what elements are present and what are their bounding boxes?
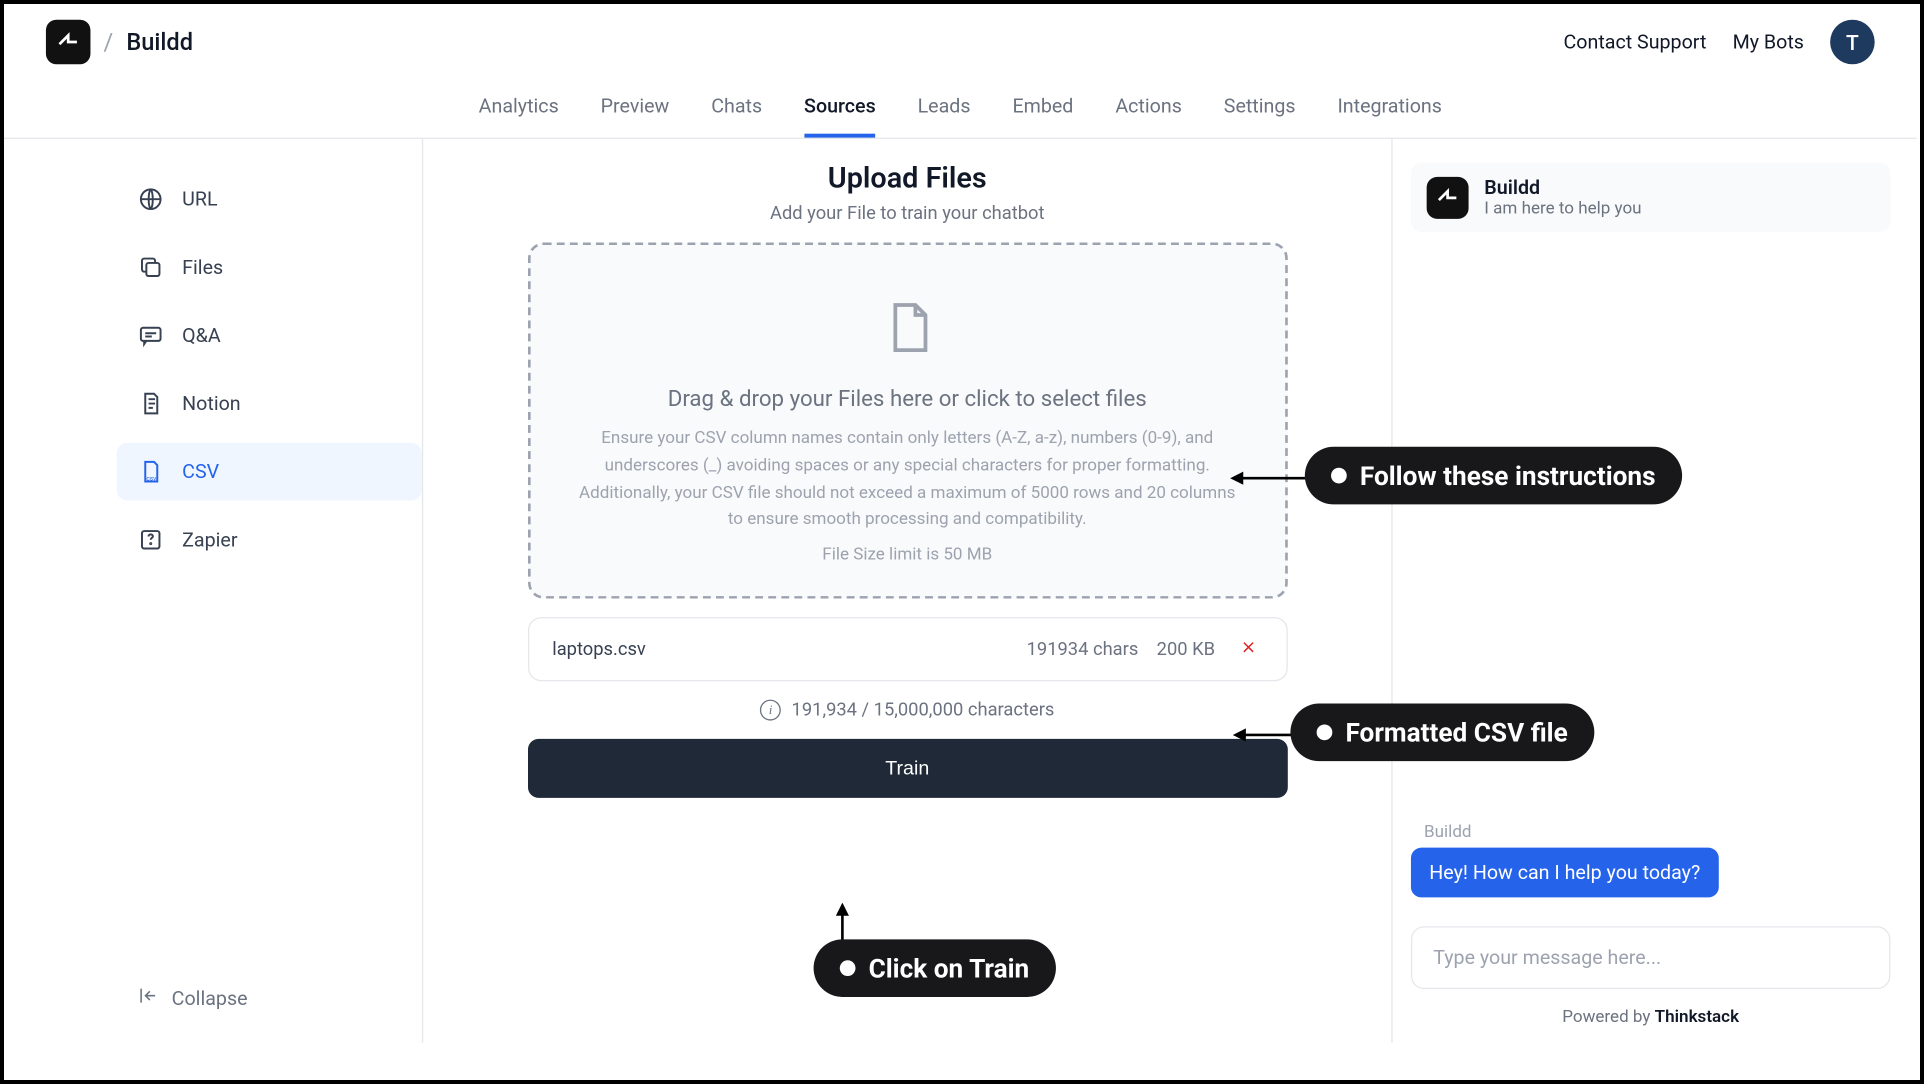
tab-actions[interactable]: Actions	[1115, 81, 1182, 137]
bot-name-label: Buildd	[1424, 823, 1890, 843]
page-subtitle: Add your File to train your chatbot	[770, 203, 1045, 224]
main-content: Upload Files Add your File to train your…	[423, 139, 1392, 1043]
arrow-instructions	[1230, 465, 1309, 491]
tab-leads[interactable]: Leads	[918, 81, 971, 137]
callout-instructions: Follow these instructions	[1305, 447, 1682, 505]
sidebar-item-zapier[interactable]: Zapier	[117, 511, 422, 569]
chat-title: Buildd	[1484, 176, 1641, 200]
train-button[interactable]: Train	[527, 739, 1287, 798]
tab-integrations[interactable]: Integrations	[1337, 81, 1441, 137]
sidebar-item-label: CSV	[182, 460, 219, 484]
dropzone-description: Ensure your CSV column names contain onl…	[575, 426, 1240, 535]
page-title: Upload Files	[828, 163, 987, 196]
breadcrumb-separator: /	[104, 28, 114, 56]
sidebar-item-notion[interactable]: Notion	[117, 375, 422, 433]
globe-icon	[138, 186, 164, 212]
tab-bar: Analytics Preview Chats Sources Leads Em…	[4, 81, 1917, 139]
zapier-icon	[138, 527, 164, 553]
tab-preview[interactable]: Preview	[601, 81, 670, 137]
sidebar-item-csv[interactable]: csv CSV	[117, 443, 422, 501]
char-count-text: 191,934 / 15,000,000 characters	[792, 700, 1055, 721]
sidebar-item-label: Files	[182, 256, 223, 280]
close-icon	[1239, 638, 1257, 656]
sidebar-item-files[interactable]: Files	[117, 238, 422, 296]
file-dropzone[interactable]: Drag & drop your Files here or click to …	[527, 242, 1287, 599]
callout-csv: Formatted CSV file	[1290, 704, 1594, 762]
breadcrumb-label[interactable]: Buildd	[126, 28, 193, 56]
my-bots-link[interactable]: My Bots	[1733, 30, 1804, 54]
tab-embed[interactable]: Embed	[1012, 81, 1073, 137]
uploaded-file-row: laptops.csv 191934 chars 200 KB	[527, 617, 1287, 681]
logo-icon	[55, 29, 81, 55]
chat-subtitle: I am here to help you	[1484, 199, 1641, 219]
collapse-button[interactable]: Collapse	[117, 969, 422, 1027]
chat-logo	[1427, 176, 1469, 218]
arrow-csv	[1233, 722, 1293, 748]
tab-sources[interactable]: Sources	[804, 81, 876, 137]
chat-input[interactable]: Type your message here...	[1411, 926, 1890, 989]
arrow-train	[829, 903, 855, 942]
header: / Buildd Contact Support My Bots T	[4, 4, 1917, 81]
sidebar-item-url[interactable]: URL	[117, 170, 422, 228]
chat-preview: Buildd I am here to help you Buildd Hey!…	[1393, 139, 1917, 1043]
tab-analytics[interactable]: Analytics	[479, 81, 559, 137]
character-count: i 191,934 / 15,000,000 characters	[760, 700, 1054, 721]
logo-icon	[1435, 184, 1461, 210]
file-name: laptops.csv	[552, 639, 1008, 660]
copy-icon	[138, 254, 164, 280]
sidebar: URL Files Q&A Notion csv CSV Zapier	[96, 139, 424, 1043]
app-logo[interactable]	[46, 20, 91, 65]
contact-support-link[interactable]: Contact Support	[1563, 30, 1706, 54]
callout-train: Click on Train	[814, 939, 1056, 997]
collapse-icon	[138, 985, 159, 1011]
chat-header: Buildd I am here to help you	[1411, 163, 1890, 232]
csv-icon: csv	[138, 459, 164, 485]
sidebar-item-label: Q&A	[182, 324, 221, 348]
sidebar-item-label: URL	[182, 187, 217, 211]
sidebar-item-label: Notion	[182, 392, 240, 416]
remove-file-button[interactable]	[1233, 637, 1262, 662]
avatar[interactable]: T	[1830, 20, 1875, 65]
powered-by: Powered by Thinkstack	[1411, 1007, 1890, 1027]
sidebar-item-label: Zapier	[182, 528, 237, 552]
sidebar-item-qa[interactable]: Q&A	[117, 307, 422, 365]
chat-icon	[138, 322, 164, 348]
notion-icon	[138, 390, 164, 416]
dropzone-title: Drag & drop your Files here or click to …	[575, 387, 1240, 413]
collapse-label: Collapse	[172, 986, 248, 1010]
bot-message: Hey! How can I help you today?	[1411, 848, 1719, 898]
file-chars: 191934 chars	[1027, 639, 1139, 660]
tab-settings[interactable]: Settings	[1224, 81, 1296, 137]
svg-text:csv: csv	[146, 474, 157, 482]
file-size: 200 KB	[1157, 639, 1215, 660]
file-icon	[877, 297, 937, 357]
tab-chats[interactable]: Chats	[711, 81, 762, 137]
info-icon: i	[760, 700, 781, 721]
dropzone-limit: File Size limit is 50 MB	[575, 545, 1240, 565]
